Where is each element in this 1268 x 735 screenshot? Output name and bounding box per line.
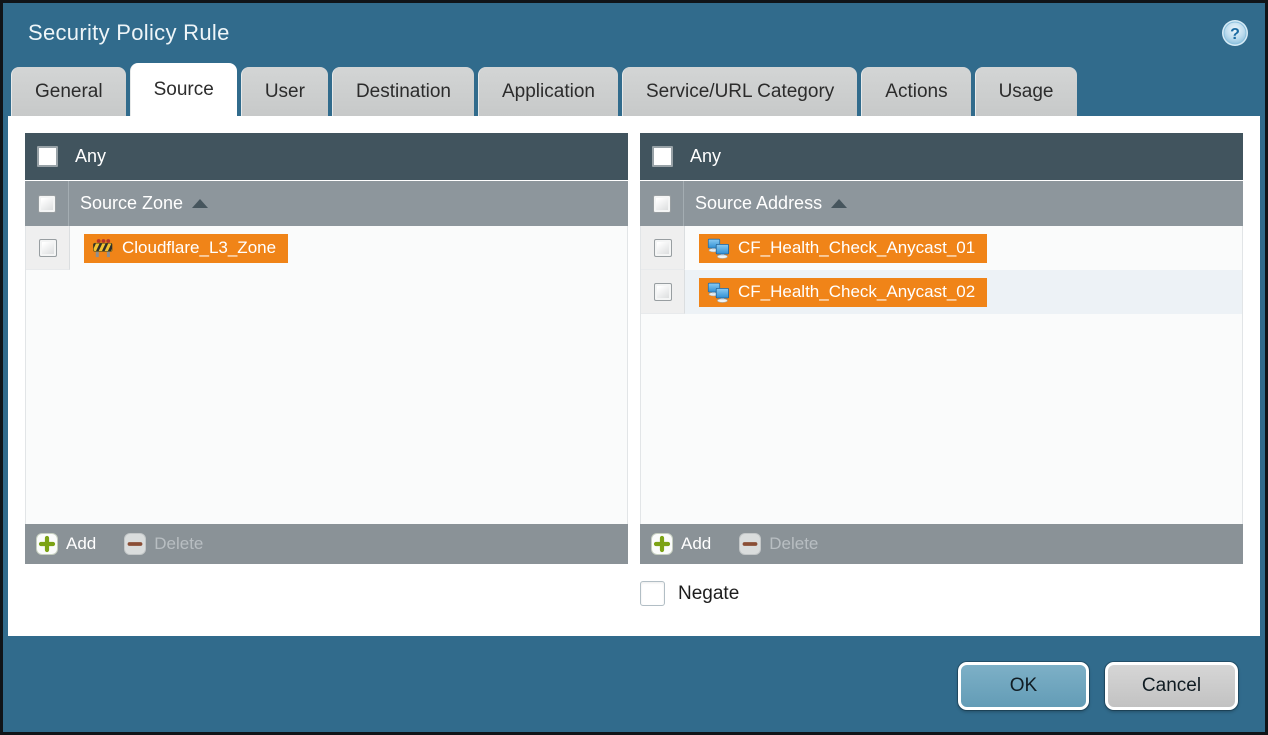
zone-entry-label: Cloudflare_L3_Zone: [122, 238, 276, 258]
source-address-entry[interactable]: CF_Health_Check_Anycast_01: [699, 234, 987, 263]
tab-source[interactable]: Source: [130, 63, 237, 116]
address-icon: [706, 282, 730, 303]
add-button[interactable]: Add: [651, 533, 711, 555]
source-address-select-all-checkbox[interactable]: [653, 195, 671, 213]
address-entry-label: CF_Health_Check_Anycast_02: [738, 282, 975, 302]
minus-icon: [124, 533, 146, 555]
tab-general[interactable]: General: [11, 67, 126, 116]
source-zone-column-header[interactable]: Source Zone: [25, 181, 628, 226]
sort-ascending-icon: [192, 199, 208, 208]
help-icon[interactable]: ?: [1221, 19, 1249, 47]
source-address-any-header: Any: [640, 133, 1243, 180]
add-button[interactable]: Add: [36, 533, 96, 555]
source-address-footer: Add Delete: [640, 524, 1243, 564]
row-checkbox[interactable]: [654, 283, 672, 301]
row-checkbox[interactable]: [39, 239, 57, 257]
source-zone-select-all-checkbox[interactable]: [38, 195, 56, 213]
tab-service-url-category[interactable]: Service/URL Category: [622, 67, 857, 116]
tab-actions[interactable]: Actions: [861, 67, 970, 116]
source-tab-content: Any Source Zone: [8, 116, 1260, 636]
list-item: CF_Health_Check_Anycast_02: [641, 270, 1242, 314]
list-item: CF_Health_Check_Anycast_01: [641, 226, 1242, 270]
source-address-entry[interactable]: CF_Health_Check_Anycast_02: [699, 278, 987, 307]
tab-bar: General Source User Destination Applicat…: [3, 63, 1265, 116]
source-address-column-header[interactable]: Source Address: [640, 181, 1243, 226]
list-item: Cloudflare_L3_Zone: [26, 226, 627, 270]
delete-button: Delete: [739, 533, 818, 555]
address-entry-label: CF_Health_Check_Anycast_01: [738, 238, 975, 258]
dialog-footer: OK Cancel: [3, 636, 1265, 732]
row-checkbox[interactable]: [654, 239, 672, 257]
source-address-any-checkbox[interactable]: [652, 146, 673, 167]
source-zone-list: Cloudflare_L3_Zone: [25, 226, 628, 524]
source-zone-footer: Add Delete: [25, 524, 628, 564]
minus-icon: [739, 533, 761, 555]
address-icon: [706, 238, 730, 259]
source-address-list: CF_Health_Check_Anycast_01: [640, 226, 1243, 524]
svg-text:?: ?: [1230, 26, 1240, 43]
source-address-column-label: Source Address: [684, 193, 822, 214]
add-label: Add: [681, 534, 711, 554]
cancel-button[interactable]: Cancel: [1105, 662, 1238, 710]
negate-label: Negate: [678, 583, 739, 605]
tab-usage[interactable]: Usage: [975, 67, 1077, 116]
negate-control: Negate: [640, 581, 1243, 606]
source-zone-entry[interactable]: Cloudflare_L3_Zone: [84, 234, 288, 263]
tab-user[interactable]: User: [241, 67, 328, 116]
source-address-panel: Any Source Address: [640, 133, 1243, 564]
plus-icon: [36, 533, 58, 555]
source-address-any-label: Any: [690, 146, 721, 167]
source-zone-any-header: Any: [25, 133, 628, 180]
zone-icon: [91, 238, 114, 258]
source-zone-panel: Any Source Zone: [25, 133, 628, 564]
tab-destination[interactable]: Destination: [332, 67, 474, 116]
dialog-title: Security Policy Rule: [28, 20, 230, 46]
negate-checkbox[interactable]: [640, 581, 665, 606]
source-zone-any-label: Any: [75, 146, 106, 167]
delete-label: Delete: [154, 534, 203, 554]
source-zone-any-checkbox[interactable]: [37, 146, 58, 167]
delete-label: Delete: [769, 534, 818, 554]
source-zone-column-label: Source Zone: [69, 193, 183, 214]
ok-button[interactable]: OK: [958, 662, 1089, 710]
titlebar: Security Policy Rule ?: [3, 3, 1265, 63]
sort-ascending-icon: [831, 199, 847, 208]
tab-application[interactable]: Application: [478, 67, 618, 116]
delete-button: Delete: [124, 533, 203, 555]
add-label: Add: [66, 534, 96, 554]
security-policy-rule-dialog: Security Policy Rule ? General Source Us…: [0, 0, 1268, 735]
plus-icon: [651, 533, 673, 555]
